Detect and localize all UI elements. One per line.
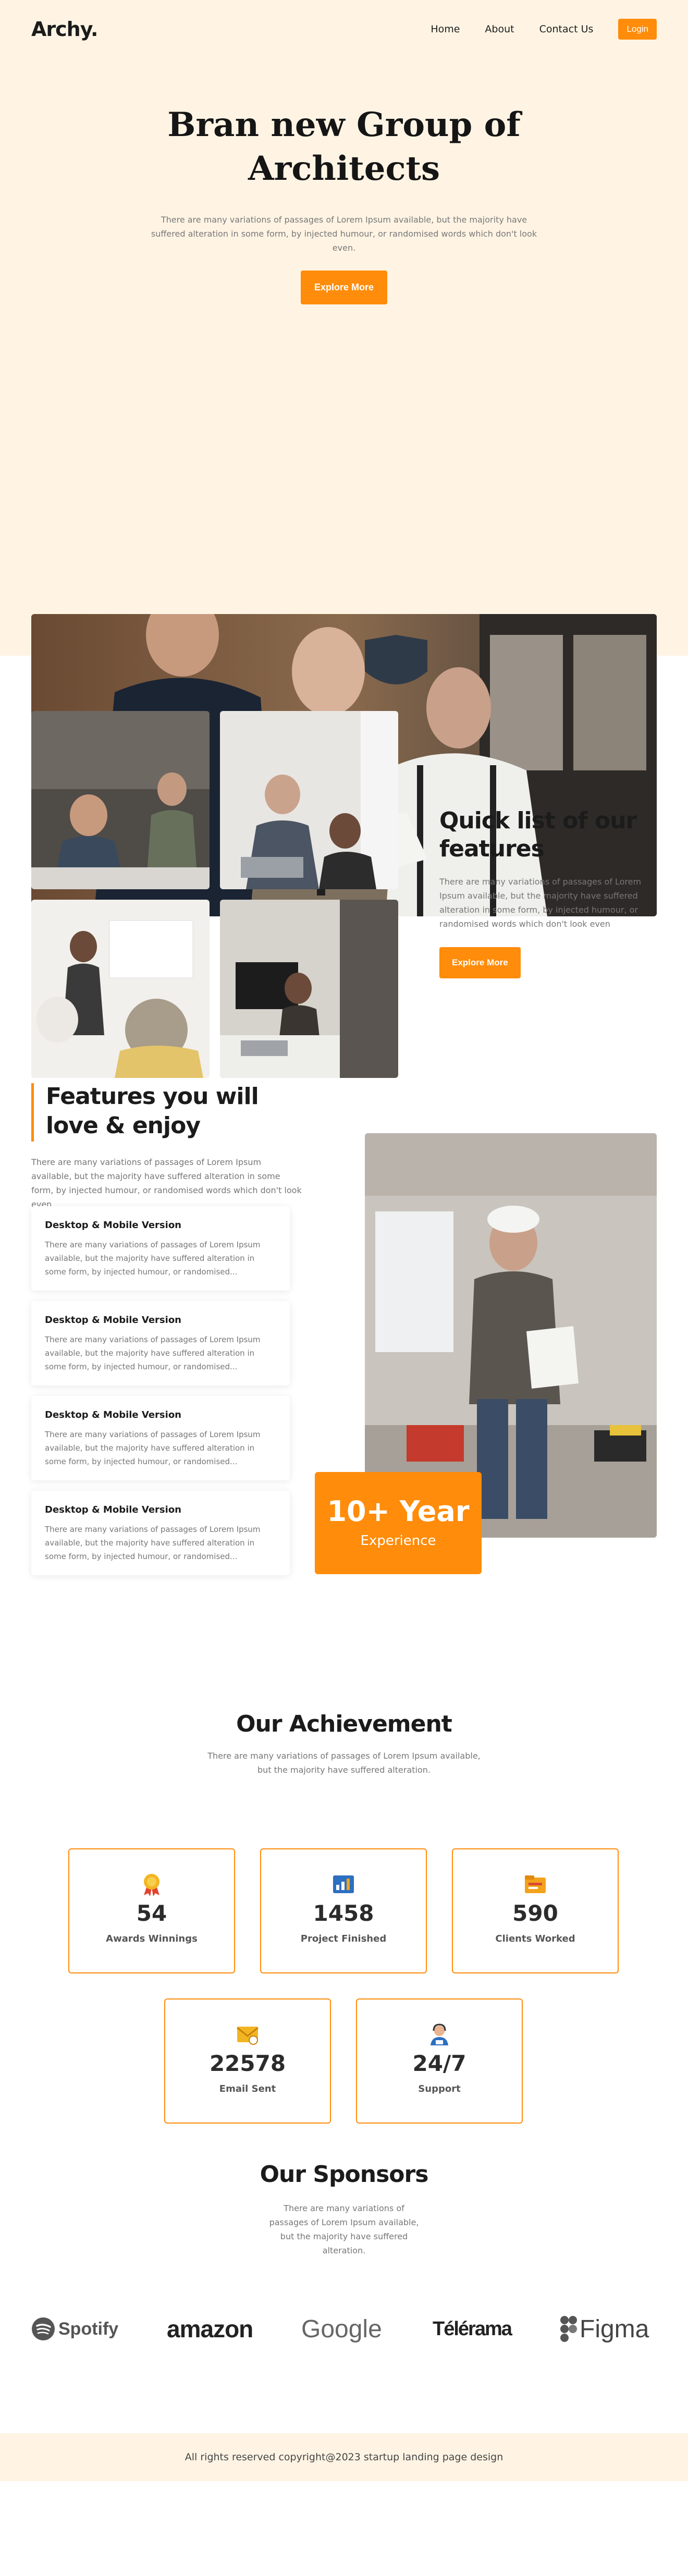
achievement-number: 22578 [209, 2051, 286, 2076]
sponsor-logo-text: amazon [167, 2315, 253, 2342]
nav-link-contact[interactable]: Contact Us [539, 23, 594, 35]
nav-link-about[interactable]: About [485, 23, 514, 35]
hero-explore-button[interactable]: Explore More [300, 271, 388, 304]
award-ribbon-icon [140, 1872, 164, 1896]
sponsor-amazon[interactable]: amazon [167, 2313, 253, 2345]
features-description: There are many variations of passages of… [31, 1157, 302, 1209]
feature-card[interactable]: Desktop & Mobile Version There are many … [31, 1301, 290, 1385]
feature-card-title: Desktop & Mobile Version [45, 1409, 181, 1420]
achievement-label: Project Finished [300, 1933, 387, 1944]
feature-card-title: Desktop & Mobile Version [45, 1504, 181, 1515]
achievement-card: 22578 Email Sent [164, 1998, 331, 2124]
sponsor-logo-text: Google [301, 2315, 382, 2343]
achievement-number: 54 [136, 1900, 167, 1926]
achievement-label: Support [418, 2083, 461, 2094]
meeting-photo-2 [220, 711, 398, 889]
achievement-card: 1458 Project Finished [260, 1848, 427, 1973]
achievement-card: 590 Clients Worked [452, 1848, 619, 1973]
meeting-photo-1-illustration [31, 711, 210, 889]
sponsor-google[interactable]: Google [301, 2313, 382, 2345]
features-title: Features you will love & enjoy [46, 1083, 259, 1139]
figma-logo-icon [560, 2316, 577, 2342]
feature-card-title: Desktop & Mobile Version [45, 1220, 181, 1231]
footer-copyright: All rights reserved copyright@2023 start… [185, 2451, 503, 2463]
hero-title: Bran new Group of Architects [0, 103, 688, 191]
quick-list-section: Quick list of our features There are man… [0, 656, 688, 1083]
nav-link-home[interactable]: Home [431, 23, 460, 35]
feature-card-title: Desktop & Mobile Version [45, 1315, 181, 1326]
sponsor-logo-text: Télérama [433, 2317, 512, 2340]
site-logo[interactable]: Archy. [31, 18, 98, 41]
meeting-photo-2-illustration [220, 711, 398, 889]
achievement-number: 24/7 [412, 2051, 466, 2076]
achievement-number: 590 [512, 1900, 558, 1926]
support-agent-icon [427, 2022, 451, 2046]
login-button[interactable]: Login [618, 19, 657, 40]
meeting-photo-4 [220, 900, 398, 1078]
experience-number: 10+ Year [327, 1495, 470, 1528]
experience-label: Experience [360, 1533, 436, 1549]
quick-list-explore-button[interactable]: Explore More [439, 947, 521, 978]
feature-card[interactable]: Desktop & Mobile Version There are many … [31, 1396, 290, 1480]
feature-card-text: There are many variations of passages of… [45, 1335, 261, 1371]
hero-description: There are many variations of passages of… [151, 215, 537, 253]
achievement-card: 54 Awards Winnings [68, 1848, 235, 1973]
quick-list-title: Quick list of our features [439, 807, 637, 862]
hero-title-line2: Architects [248, 149, 440, 188]
achievement-label: Awards Winnings [106, 1933, 198, 1944]
meeting-photo-4-illustration [220, 900, 398, 1078]
feature-card-text: There are many variations of passages of… [45, 1240, 261, 1277]
meeting-photo-3 [31, 900, 210, 1078]
top-nav: Archy. Home About Contact Us Login [0, 0, 688, 58]
sponsors-title: Our Sponsors [260, 2161, 429, 2188]
sponsor-spotify[interactable]: Spotify [31, 2313, 118, 2345]
features-title-accent-bar [31, 1083, 34, 1142]
features-section: Features you will love & enjoy There are… [0, 1083, 688, 1655]
hero-section: Archy. Home About Contact Us Login Bran … [0, 0, 688, 916]
feature-card[interactable]: Desktop & Mobile Version There are many … [31, 1491, 290, 1575]
sponsors-description: There are many variations of passages of… [269, 2203, 419, 2255]
email-envelope-icon [236, 2022, 260, 2046]
meeting-photo-3-illustration [31, 900, 210, 1078]
feature-card-text: There are many variations of passages of… [45, 1525, 261, 1561]
footer: All rights reserved copyright@2023 start… [0, 2433, 688, 2481]
hero-title-line1: Bran new Group of [167, 105, 521, 144]
achievement-label: Clients Worked [495, 1933, 575, 1944]
feature-card[interactable]: Desktop & Mobile Version There are many … [31, 1206, 290, 1291]
feature-card-text: There are many variations of passages of… [45, 1430, 261, 1466]
nav-links: Home About Contact Us Login [406, 19, 657, 40]
sponsor-figma[interactable]: Figma [560, 2313, 649, 2345]
sponsor-logo-text: Spotify [58, 2319, 119, 2339]
sponsor-logo-text: Figma [580, 2315, 649, 2343]
spotify-logo-icon [32, 2317, 55, 2340]
sponsors-section: Our Sponsors There are many variations o… [0, 2156, 688, 2433]
experience-badge: 10+ Year Experience [315, 1472, 482, 1574]
achievement-description: There are many variations of passages of… [207, 1751, 481, 1775]
achievement-section: Our Achievement There are many variation… [0, 1655, 688, 2156]
achievement-card: 24/7 Support [356, 1998, 523, 2124]
meeting-photo-1 [31, 711, 210, 889]
achievement-number: 1458 [313, 1900, 374, 1926]
quick-list-description: There are many variations of passages of… [439, 877, 642, 929]
sponsor-telerama[interactable]: Télérama [433, 2313, 512, 2345]
project-chart-icon [331, 1872, 355, 1896]
clients-folder-icon [523, 1872, 547, 1896]
achievement-title: Our Achievement [236, 1711, 452, 1737]
achievement-label: Email Sent [219, 2083, 276, 2094]
